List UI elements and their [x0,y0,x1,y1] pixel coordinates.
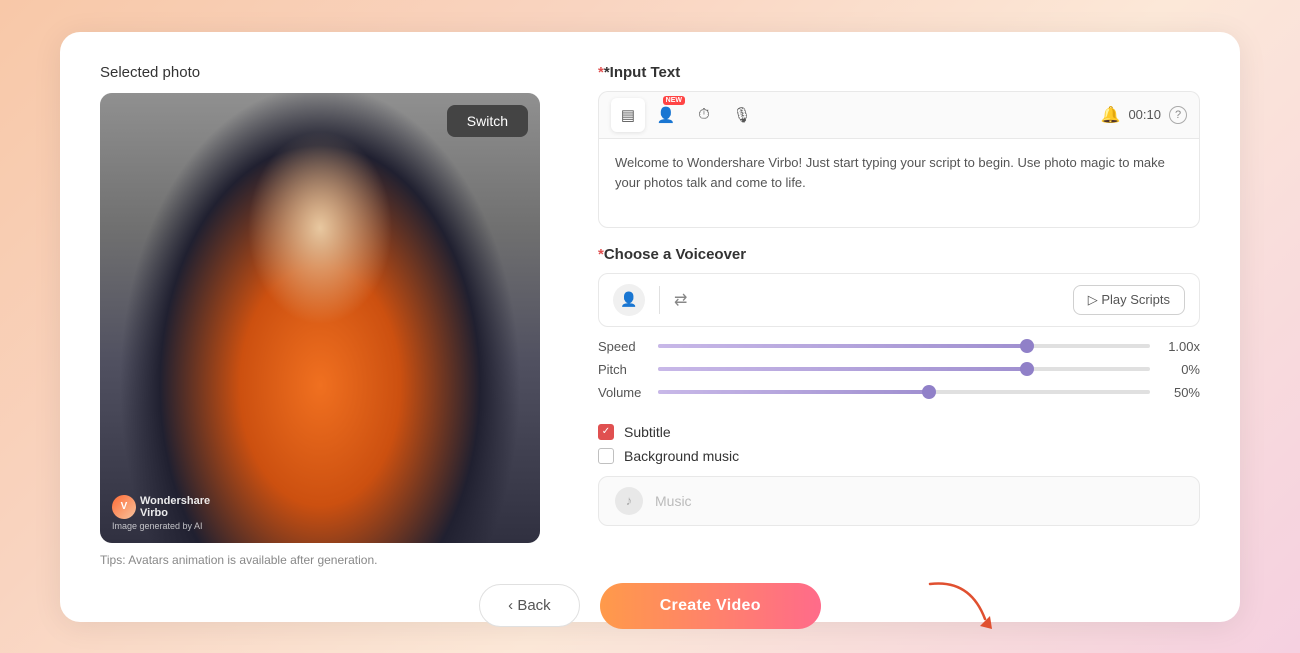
product-name: Virbo [140,507,210,519]
avatar-icon: 👤 [657,106,676,124]
duration-display: 00:10 [1128,107,1161,122]
music-selector-bar[interactable]: ♪ Music [598,476,1200,526]
left-panel: Selected photo Switch V Wondershare Virb… [100,64,550,567]
volume-slider-fill [658,390,929,394]
volume-slider-row: Volume 50% [598,385,1200,400]
main-card: Selected photo Switch V Wondershare Virb… [60,32,1240,622]
photo-container: Switch V Wondershare Virbo Image generat… [100,93,540,543]
background-music-label: Background music [624,448,739,464]
pitch-slider-thumb[interactable] [1020,362,1034,376]
background-music-row: Background music [598,448,1200,464]
input-text-label: **Input Text [598,64,1200,81]
text-format-icon: ▤ [621,106,635,124]
right-panel: **Input Text ▤ 👤 NEW ⏱ 🎙 � [598,64,1200,567]
voice-avatar-icon: 👤 [613,284,645,316]
volume-value: 50% [1162,385,1200,400]
selected-photo-title: Selected photo [100,64,550,81]
input-toolbar: ▤ 👤 NEW ⏱ 🎙 🔔 00:10 ? [598,91,1200,138]
pitch-slider-fill [658,367,1027,371]
mic-button[interactable]: 🎙 [725,98,759,132]
pitch-value: 0% [1162,362,1200,377]
notification-icon[interactable]: 🔔 [1101,105,1121,125]
subtitle-row: ✓ Subtitle [598,424,1200,440]
volume-slider-track[interactable] [658,390,1150,394]
volume-label: Volume [598,385,646,400]
bottom-bar: ‹ Back Create Video [100,567,1200,629]
timer-icon: ⏱ [698,106,710,123]
subtitle-label: Subtitle [624,424,671,440]
speed-label: Speed [598,339,646,354]
pitch-label: Pitch [598,362,646,377]
voiceover-picker[interactable]: 👤 ⇄ ▷ Play Scripts [598,273,1200,327]
watermark-sub: Image generated by AI [112,521,210,531]
back-button[interactable]: ‹ Back [479,584,580,627]
text-format-button[interactable]: ▤ [611,98,645,132]
avatar-button[interactable]: 👤 NEW [649,98,683,132]
photo-image [100,93,540,543]
check-mark-icon: ✓ [602,426,610,437]
speed-value: 1.00x [1162,339,1200,354]
subtitle-checkbox[interactable]: ✓ [598,424,614,440]
background-music-checkbox[interactable] [598,448,614,464]
speed-slider-track[interactable] [658,344,1150,348]
swap-icon[interactable]: ⇄ [674,290,687,310]
script-text-area[interactable]: Welcome to Wondershare Virbo! Just start… [598,138,1200,228]
switch-button[interactable]: Switch [447,105,528,137]
watermark-logo: V Wondershare Virbo [112,495,210,519]
virbo-logo-icon: V [112,495,136,519]
arrow-hint [920,574,1000,639]
create-video-button[interactable]: Create Video [600,583,821,629]
voice-divider [659,286,660,314]
pitch-slider-track[interactable] [658,367,1150,371]
voiceover-section: *Choose a Voiceover 👤 ⇄ ▷ Play Scripts S… [598,246,1200,408]
voiceover-label: *Choose a Voiceover [598,246,1200,263]
new-badge: NEW [663,96,685,105]
speed-slider-fill [658,344,1027,348]
play-scripts-button[interactable]: ▷ Play Scripts [1073,285,1185,315]
brand-name: Wondershare [140,495,210,507]
volume-slider-thumb[interactable] [922,385,936,399]
pitch-slider-row: Pitch 0% [598,362,1200,377]
watermark: V Wondershare Virbo Image generated by A… [112,495,210,531]
tips-text: Tips: Avatars animation is available aft… [100,553,550,567]
toolbar-right: 🔔 00:10 ? [1101,105,1187,125]
speed-slider-row: Speed 1.00x [598,339,1200,354]
content-row: Selected photo Switch V Wondershare Virb… [100,64,1200,567]
speed-slider-thumb[interactable] [1020,339,1034,353]
music-note-icon: ♪ [615,487,643,515]
timer-button[interactable]: ⏱ [687,98,721,132]
help-icon[interactable]: ? [1169,106,1187,124]
music-placeholder: Music [655,493,692,509]
mic-icon: 🎙 [732,106,751,124]
arrow-hint-svg [920,574,1000,634]
